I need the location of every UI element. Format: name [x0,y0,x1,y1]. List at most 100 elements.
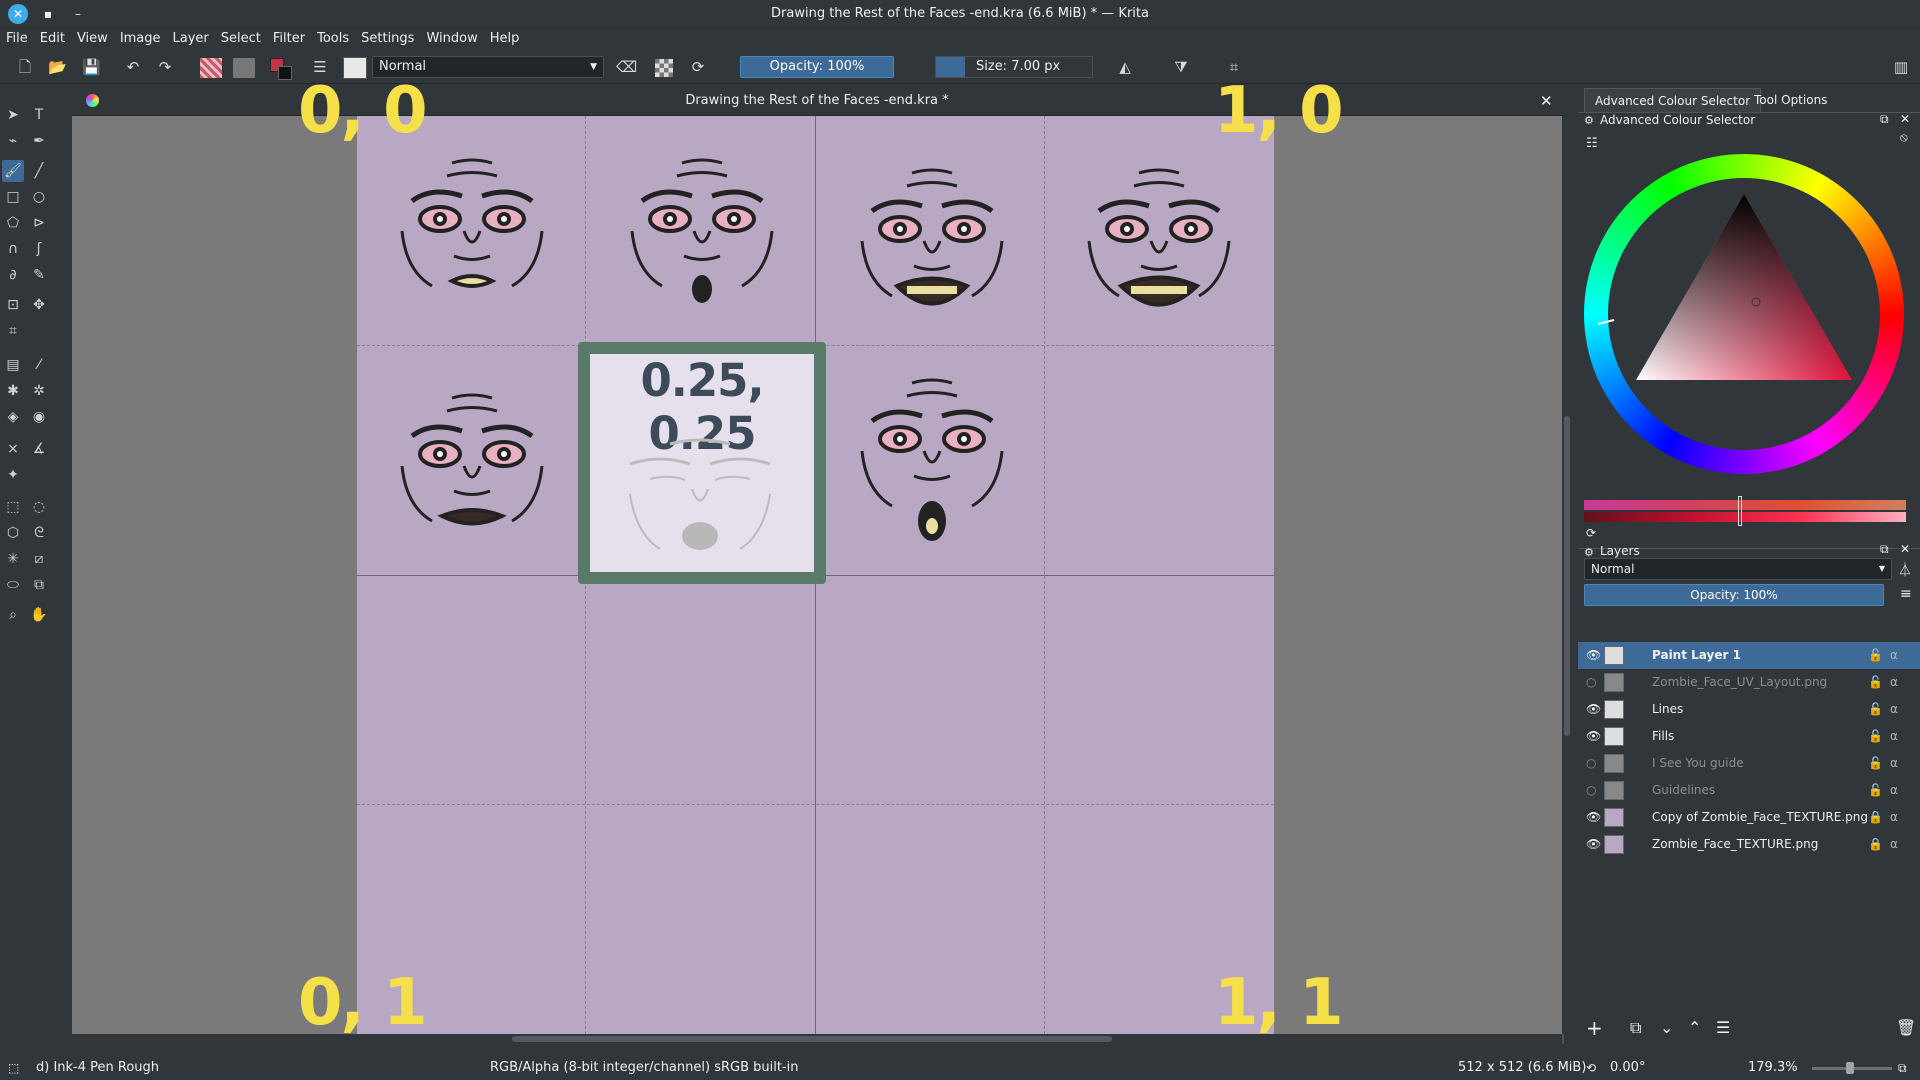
alpha-lock-icon[interactable]: α [1890,750,1898,777]
dynamic-brush-icon[interactable]: ∂ [2,264,24,286]
redo-icon[interactable]: ↷ [156,58,174,76]
background-color-swatch[interactable] [278,66,292,80]
pan-tool-icon[interactable]: ✋ [28,604,50,626]
layer-blend-dropdown[interactable]: Normal ▼ [1584,558,1892,580]
bezier-select-icon[interactable]: ⬭ [2,574,24,596]
alpha-lock-icon[interactable]: α [1890,831,1898,858]
eye-icon[interactable]: 👁 [1586,804,1601,831]
save-icon[interactable]: 💾 [82,58,101,76]
line-tool-icon[interactable]: ╱ [28,160,50,182]
eye-hidden-icon[interactable]: ○ [1586,669,1596,696]
similar-select-icon[interactable]: ⧄ [28,548,50,570]
reset-icon[interactable]: ⦸ [1900,130,1908,145]
freehand-select-icon[interactable]: ᘓ [28,522,50,544]
freehand-path-icon[interactable]: ʃ [28,238,50,260]
contiguous-select-icon[interactable]: ✳ [2,548,24,570]
rotation-value[interactable]: 0.00° [1610,1056,1645,1080]
menu-image[interactable]: Image [114,28,167,49]
lock-icon[interactable]: 🔒 [1868,804,1883,831]
eye-icon[interactable]: 👁 [1586,696,1601,723]
zoom-tool-icon[interactable]: ⌕ [2,604,24,626]
move-layer-down-icon[interactable]: ⌄ [1660,1018,1673,1037]
select-shapes-icon[interactable]: ➤ [2,104,24,126]
rotate-icon[interactable]: ⟲ [1586,1056,1596,1080]
polygon-tool-icon[interactable]: ⬠ [2,212,24,234]
measure-tool-icon[interactable]: ∡ [28,438,50,460]
menu-edit[interactable]: Edit [34,28,71,49]
layer-row[interactable]: 👁 Copy of Zombie_Face_TEXTURE.png 🔒 α [1578,804,1920,831]
ellipse-tool-icon[interactable]: ○ [28,186,50,208]
alpha-lock-icon[interactable]: α [1890,696,1898,723]
scroll-thumb[interactable] [512,1036,1112,1042]
fullscreen-icon[interactable]: ⧉ [1898,1056,1907,1080]
duplicate-layer-icon[interactable]: ⧉ [1630,1018,1641,1038]
layer-row[interactable]: 👁 Zombie_Face_TEXTURE.png 🔒 α [1578,831,1920,858]
menu-tools[interactable]: Tools [311,28,355,49]
reload-preset-icon[interactable]: ⟳ [689,58,707,76]
pattern-selector-icon[interactable] [233,58,255,78]
lock-icon[interactable]: 🔓 [1868,642,1883,669]
colorize-mask-icon[interactable]: ✲ [28,380,50,402]
zoom-slider[interactable] [1812,1062,1892,1074]
eye-icon[interactable]: 👁 [1586,642,1601,669]
magnetic-select-icon[interactable]: ⧉ [28,574,50,596]
eraser-icon[interactable]: ⌫ [616,58,637,76]
close-docker-icon[interactable]: ✕ [1900,542,1910,556]
layer-row[interactable]: 👁 Paint Layer 1 🔓 α [1578,642,1920,669]
menu-file[interactable]: File [0,28,34,49]
close-document-icon[interactable]: ✕ [1540,92,1553,110]
crop-tool-icon[interactable]: ⌗ [2,320,24,342]
menu-window[interactable]: Window [420,28,483,49]
alpha-lock-icon[interactable]: α [1890,669,1898,696]
smart-patch-icon[interactable]: ✱ [2,380,24,402]
lock-icon[interactable]: 🔓 [1868,723,1883,750]
lock-icon[interactable]: 🔒 [1868,831,1883,858]
color-picker-icon[interactable]: ⁄ [28,354,50,376]
settings-icon[interactable]: ⚙ [1584,114,1594,127]
layer-properties-icon[interactable]: ☰ [1716,1018,1730,1037]
move-tool-icon[interactable]: ✥ [28,294,50,316]
close-docker-icon[interactable]: ✕ [1900,112,1910,126]
menu-layer[interactable]: Layer [167,28,215,49]
alpha-lock-icon[interactable]: α [1890,723,1898,750]
scroll-thumb[interactable] [1564,416,1570,736]
enclose-fill-icon[interactable]: ◉ [28,406,50,428]
vertical-scrollbar[interactable] [1562,116,1572,1034]
size-slider[interactable]: Size: 7.00 px [935,56,1093,78]
zoom-slider-handle[interactable] [1846,1062,1854,1074]
rect-select-icon[interactable]: ⬚ [2,496,24,518]
menu-view[interactable]: View [71,28,114,49]
menu-list-icon[interactable]: ☷ [1586,136,1598,151]
eye-icon[interactable]: 👁 [1586,723,1601,750]
bezier-tool-icon[interactable]: ∩ [2,238,24,260]
lock-icon[interactable]: 🔓 [1868,750,1883,777]
alpha-lock-icon[interactable]: α [1890,804,1898,831]
hue-bar[interactable] [1584,500,1906,510]
menu-settings[interactable]: Settings [355,28,420,49]
polygon-select-icon[interactable]: ⬡ [2,522,24,544]
filter-icon[interactable]: ⏃ [1898,560,1912,580]
move-layer-up-icon[interactable]: ⌃ [1688,1018,1701,1037]
gradient-tool-icon[interactable]: ▤ [2,354,24,376]
horizontal-scrollbar[interactable] [72,1034,1562,1044]
layer-row[interactable]: ○ Zombie_Face_UV_Layout.png 🔓 α [1578,669,1920,696]
transform-tool-icon[interactable]: ⊡ [2,294,24,316]
lock-icon[interactable]: 🔓 [1868,696,1883,723]
menu-select[interactable]: Select [215,28,267,49]
ellipse-select-icon[interactable]: ◌ [28,496,50,518]
float-docker-icon[interactable]: ⧉ [1880,542,1889,557]
zoom-value[interactable]: 179.3% [1748,1056,1798,1080]
tab-advanced-colour-selector[interactable]: Advanced Colour Selector [1584,88,1762,112]
lock-icon[interactable]: 🔓 [1868,669,1883,696]
lock-icon[interactable]: 🔓 [1868,777,1883,804]
edit-shapes-icon[interactable]: ⌁ [2,130,24,152]
eye-hidden-icon[interactable]: ○ [1586,777,1596,804]
alpha-lock-icon[interactable]: α [1890,777,1898,804]
layer-row[interactable]: ○ Guidelines 🔓 α [1578,777,1920,804]
polyline-tool-icon[interactable]: ⊳ [28,212,50,234]
freehand-brush-icon[interactable]: 🖌 [2,160,24,182]
layer-row[interactable]: ○ I See You guide 🔓 α [1578,750,1920,777]
fill-tool-icon[interactable]: ◈ [2,406,24,428]
mirror-vertical-icon[interactable]: ⧩ [1172,58,1190,76]
add-layer-icon[interactable]: + [1586,1016,1603,1040]
